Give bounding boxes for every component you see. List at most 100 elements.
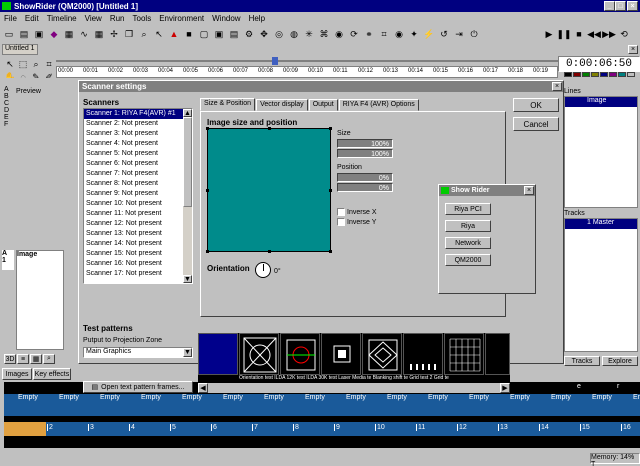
layer-letter[interactable]: A: [4, 86, 14, 93]
tab-riya-options[interactable]: RIYA F4 (AVR) Options: [338, 99, 419, 111]
scanner-item[interactable]: Scanner 4: Not present: [84, 139, 192, 149]
scroll-up-icon[interactable]: ▲: [183, 109, 192, 117]
position-x-field[interactable]: 0%: [337, 173, 393, 182]
tab-output[interactable]: Output: [308, 99, 338, 111]
pattern-thumb-laser-media[interactable]: [362, 333, 402, 375]
beam-icon[interactable]: ⚡: [423, 28, 435, 40]
empty-cell-label[interactable]: Empty: [592, 394, 612, 401]
riya-pci-button[interactable]: Riya PCI: [445, 203, 491, 215]
stop-play-icon[interactable]: ■: [573, 28, 585, 40]
pointer-icon[interactable]: ↖: [153, 28, 165, 40]
menu-file[interactable]: File: [4, 14, 17, 23]
scanner-item[interactable]: Scanner 12: Not present: [84, 219, 192, 229]
tracks-list[interactable]: 1 Master: [564, 218, 638, 352]
empty-cell-label[interactable]: Empty: [346, 394, 366, 401]
tab-explore[interactable]: Explore: [602, 356, 638, 366]
scanner-scrollbar[interactable]: ▲ ▼: [183, 109, 192, 283]
empty-cell-label[interactable]: Empty: [305, 394, 325, 401]
empty-cell-label[interactable]: Empty: [510, 394, 530, 401]
pattern-scrollbar[interactable]: ◀ ▶: [198, 383, 510, 393]
document-tab[interactable]: Untitled 1: [2, 44, 38, 55]
play-icon[interactable]: ▶: [543, 28, 555, 40]
doc-close-icon[interactable]: ×: [628, 45, 638, 54]
copy-icon[interactable]: ❐: [123, 28, 135, 40]
scanner-list[interactable]: Scanner 1: RIYA F4(AVR) #1 Scanner 2: Not…: [83, 108, 193, 284]
view-list-icon[interactable]: ≡: [17, 354, 29, 364]
empty-cell-label[interactable]: Empty: [59, 394, 79, 401]
size-x-field[interactable]: 100%: [337, 139, 393, 148]
menu-help[interactable]: Help: [249, 14, 265, 23]
menu-environment[interactable]: Environment: [159, 14, 204, 23]
view-zoom-icon[interactable]: ⌕: [43, 354, 55, 364]
palette-swatch[interactable]: [618, 72, 626, 77]
menu-window[interactable]: Window: [212, 14, 240, 23]
eye-icon[interactable]: ◉: [333, 28, 345, 40]
scanner-item[interactable]: Scanner 6: Not present: [84, 159, 192, 169]
lines-item[interactable]: Image: [565, 97, 637, 107]
column-number[interactable]: 12: [457, 424, 467, 431]
radio-icon[interactable]: ◉: [393, 28, 405, 40]
vector-icon[interactable]: ✥: [258, 28, 270, 40]
zoom-icon[interactable]: ⌕: [138, 28, 150, 40]
tab-vector-display[interactable]: Vector display: [256, 99, 308, 111]
scanner-item[interactable]: Scanner 13: Not present: [84, 229, 192, 239]
scroll-right-icon[interactable]: ▶: [500, 383, 510, 393]
select-arrow-icon[interactable]: ↖: [4, 58, 16, 70]
column-number[interactable]: 6: [211, 424, 217, 431]
handle-left[interactable]: [206, 189, 209, 192]
menu-view[interactable]: View: [85, 14, 102, 23]
scanner-item[interactable]: Scanner 1: RIYA F4(AVR) #1: [84, 109, 192, 119]
tab-key-effects[interactable]: Key effects: [33, 368, 71, 380]
scanner-item[interactable]: Scanner 14: Not present: [84, 239, 192, 249]
empty-cell-label[interactable]: Empty: [551, 394, 571, 401]
pattern-thumb-orientation[interactable]: [239, 333, 279, 375]
scanner-item[interactable]: Scanner 16: Not present: [84, 259, 192, 269]
column-number[interactable]: 11: [416, 424, 425, 431]
empty-cell-label[interactable]: Empty: [100, 394, 120, 401]
network-button[interactable]: Network: [445, 237, 491, 249]
loop-icon[interactable]: ⟲: [618, 28, 630, 40]
empty-cell-label[interactable]: Empty: [387, 394, 407, 401]
pattern-thumb-ilda30k[interactable]: [321, 333, 361, 375]
crop-icon[interactable]: ⌗: [43, 58, 55, 70]
scanner-item[interactable]: Scanner 2: Not present: [84, 119, 192, 129]
grid-icon[interactable]: ▦: [93, 28, 105, 40]
stop-icon[interactable]: ■: [183, 28, 195, 40]
palette-swatch[interactable]: [609, 72, 617, 77]
fastforward-icon[interactable]: ▶▶: [602, 28, 616, 40]
handle-bottom-right[interactable]: [329, 250, 332, 253]
column-number[interactable]: 15: [580, 424, 590, 431]
menu-timeline[interactable]: Timeline: [47, 14, 77, 23]
handle-bottom-left[interactable]: [206, 250, 209, 253]
open-pattern-frames-button[interactable]: ▤ Open text pattern frames...: [83, 381, 193, 393]
empty-cell-label[interactable]: Empty: [182, 394, 202, 401]
size-y-field[interactable]: 100%: [337, 149, 393, 158]
layer-letter[interactable]: F: [4, 121, 14, 128]
qm2000-button[interactable]: QM2000: [445, 254, 491, 266]
pattern-thumb-grid-test[interactable]: [444, 333, 484, 375]
tracks-item[interactable]: 1 Master: [565, 219, 637, 229]
pattern-thumb-blank[interactable]: [198, 333, 238, 375]
column-number[interactable]: 5: [170, 424, 176, 431]
empty-cell-label[interactable]: Empty: [633, 394, 640, 401]
scroll-down-icon[interactable]: ▼: [183, 275, 192, 283]
column-number[interactable]: 13: [498, 424, 508, 431]
open-folder-icon[interactable]: ▤: [18, 28, 30, 40]
layer-letter[interactable]: B: [4, 93, 14, 100]
sync-icon[interactable]: ⟳: [348, 28, 360, 40]
tab-tracks[interactable]: Tracks: [564, 356, 600, 366]
column-number[interactable]: 3: [88, 424, 94, 431]
tab-images[interactable]: Images: [2, 368, 32, 380]
reset-icon[interactable]: ↺: [438, 28, 450, 40]
maximize-icon[interactable]: □: [615, 1, 626, 11]
menu-tools[interactable]: Tools: [133, 14, 152, 23]
palette-swatch[interactable]: [582, 72, 590, 77]
network-icon[interactable]: ⌗: [378, 28, 390, 40]
ok-button[interactable]: OK: [513, 98, 559, 112]
rewind-icon[interactable]: ◀◀: [587, 28, 601, 40]
column-number[interactable]: 7: [252, 424, 258, 431]
link-icon[interactable]: ⚭: [363, 28, 375, 40]
output-zone-select[interactable]: Main Graphics ▼: [83, 347, 193, 358]
scanner-item[interactable]: Scanner 15: Not present: [84, 249, 192, 259]
inverse-x-checkbox[interactable]: Inverse X: [337, 208, 377, 216]
